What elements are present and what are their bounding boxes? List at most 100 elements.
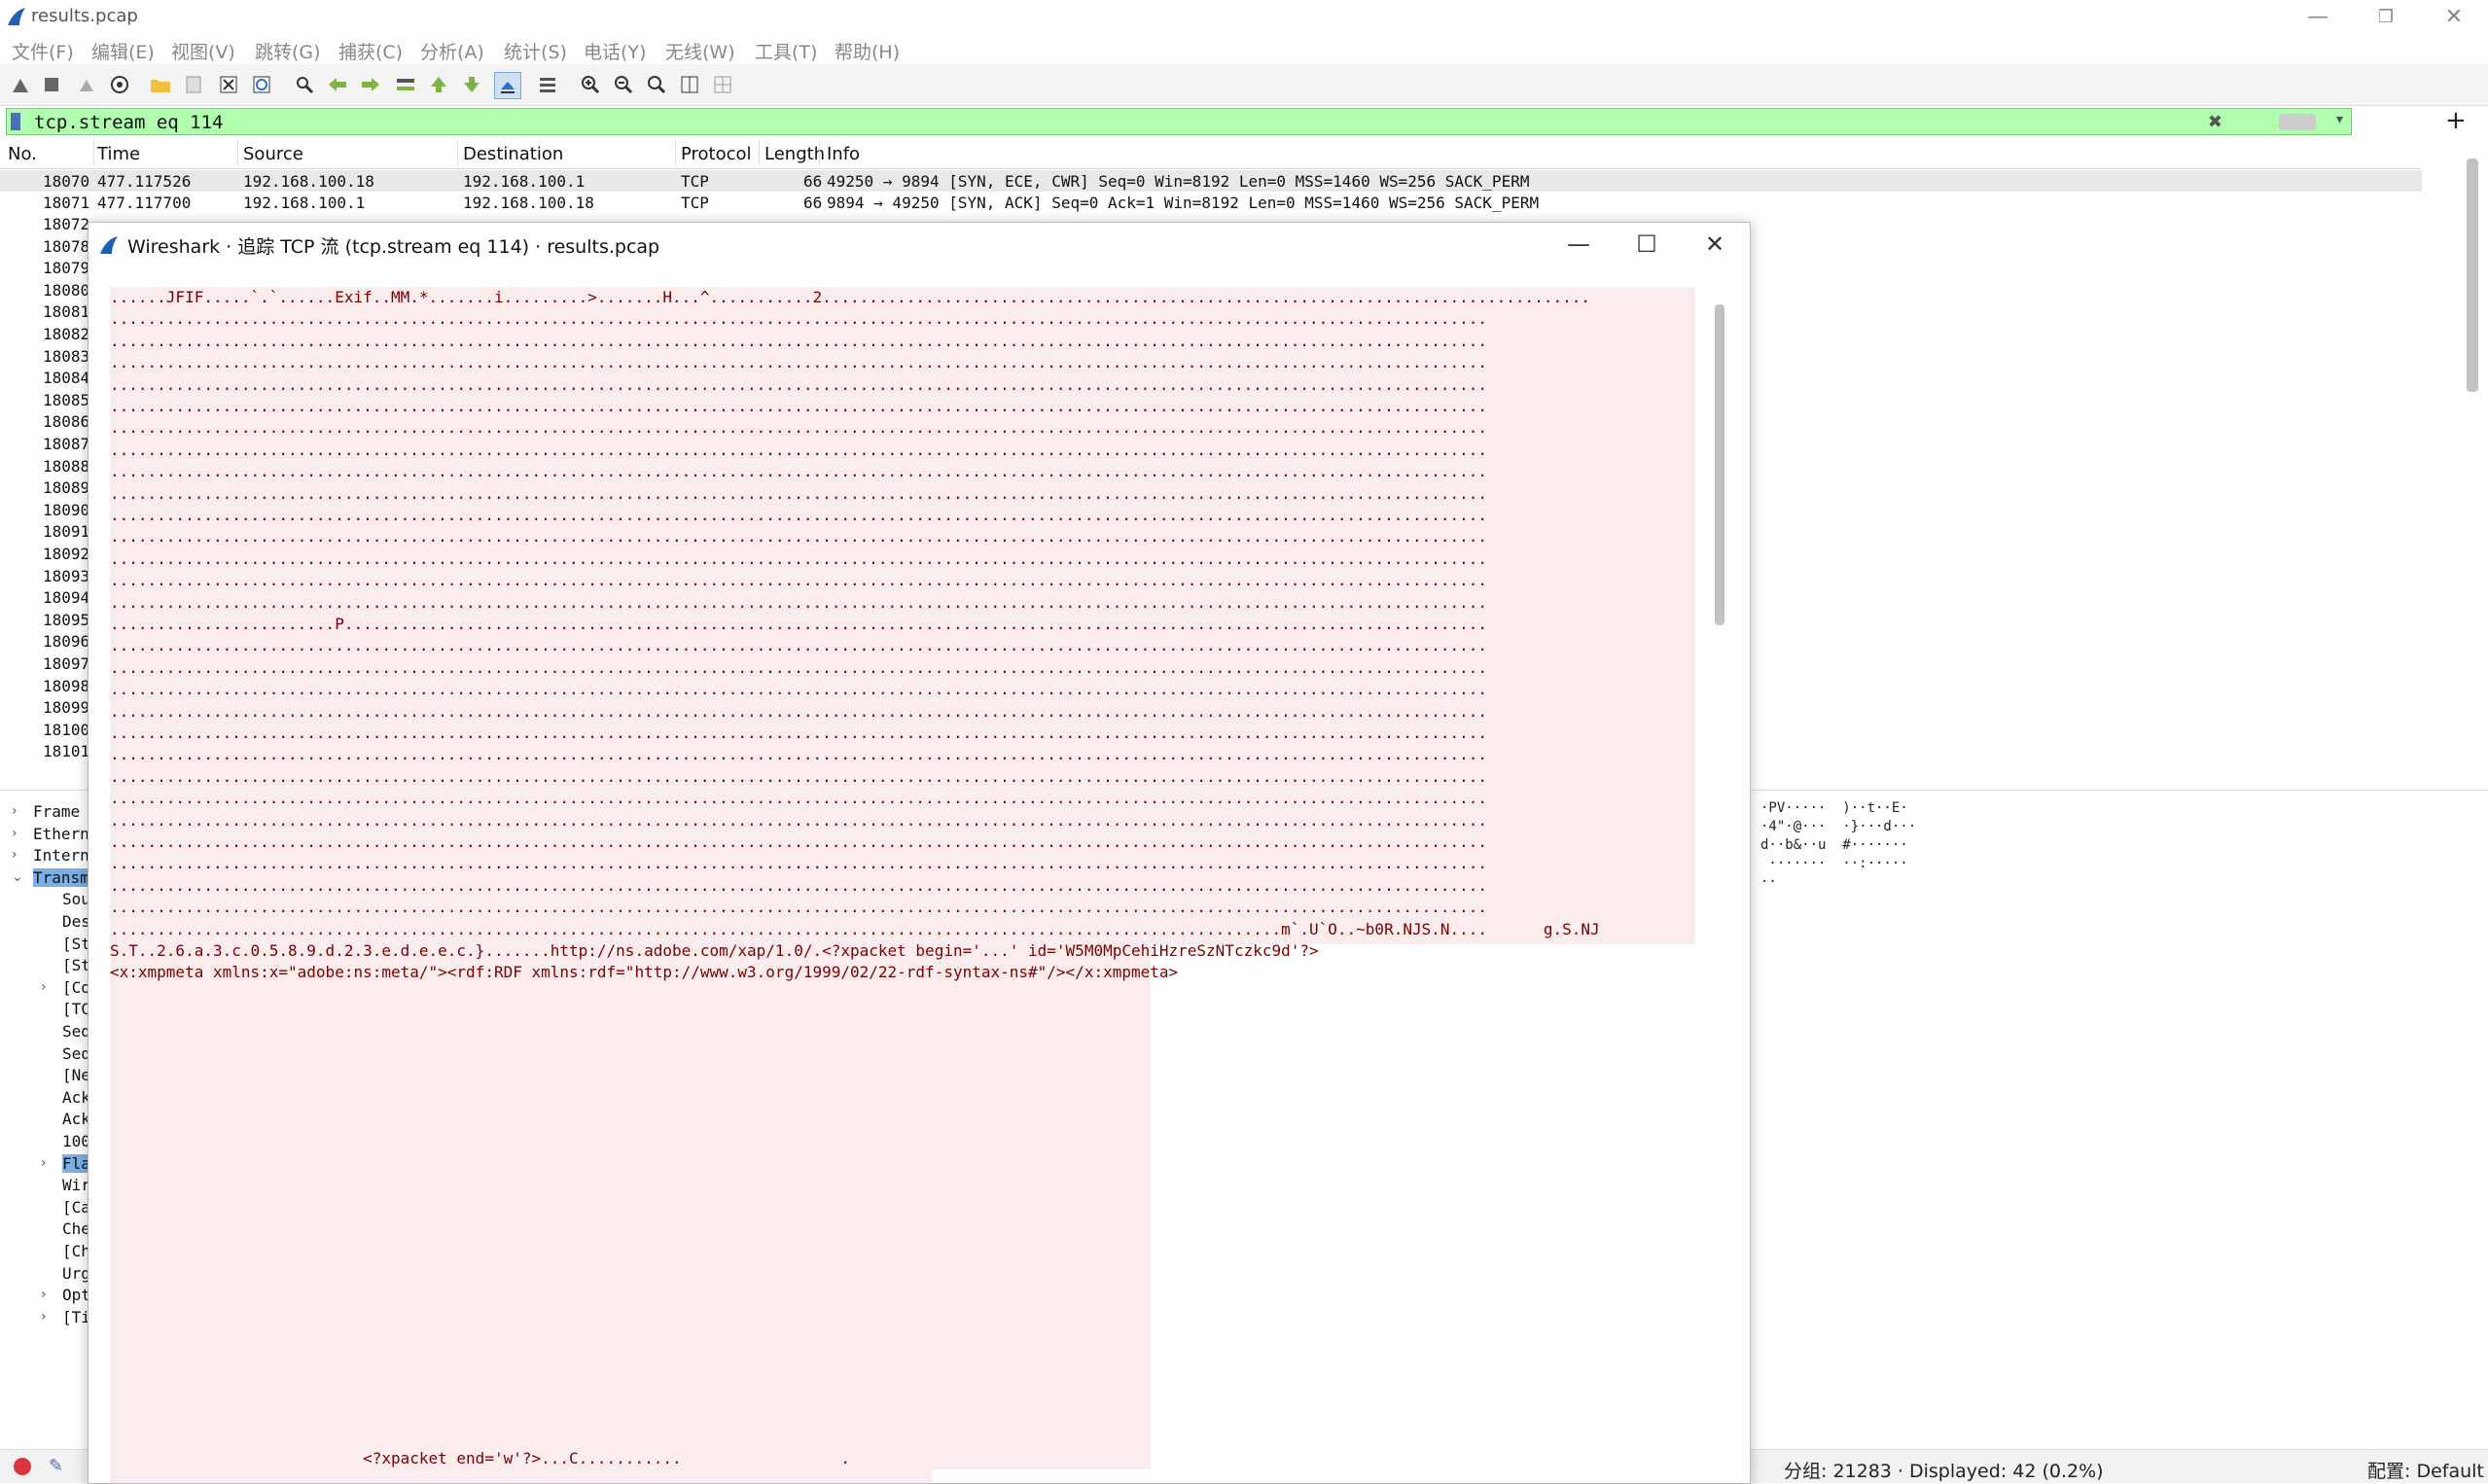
detail-tree-item[interactable]: Ack bbox=[62, 1088, 90, 1107]
display-filter-input[interactable]: tcp.stream eq 114 ✖ ▾ bbox=[6, 108, 2352, 135]
detail-tree-item[interactable]: Sou bbox=[62, 890, 90, 908]
detail-tree-item[interactable]: [Ti bbox=[62, 1308, 90, 1326]
expand-chevron-icon[interactable]: › bbox=[12, 847, 18, 863]
packet-number: 18072 bbox=[43, 215, 90, 233]
menu-view[interactable]: 视图(V) bbox=[171, 38, 235, 64]
packet-number: 18081 bbox=[43, 302, 90, 322]
stream-content[interactable]: ......JFIF.....`.`......Exif..MM.*......… bbox=[110, 287, 1713, 1483]
column-time[interactable]: Time bbox=[97, 144, 140, 164]
column-info[interactable]: Info bbox=[827, 144, 860, 164]
collapse-chevron-icon[interactable]: ⌄ bbox=[12, 869, 23, 885]
expand-chevron-icon[interactable]: › bbox=[41, 1287, 47, 1302]
zoom-in-icon[interactable] bbox=[578, 72, 603, 97]
stream-vertical-scrollbar[interactable] bbox=[1715, 304, 1724, 625]
menu-go[interactable]: 跳转(G) bbox=[255, 38, 321, 64]
expand-chevron-icon[interactable]: › bbox=[41, 1155, 47, 1171]
go-last-icon[interactable] bbox=[459, 72, 484, 97]
go-back-icon[interactable] bbox=[325, 72, 350, 97]
go-forward-icon[interactable] bbox=[358, 72, 383, 97]
detail-tree-item[interactable]: Des bbox=[62, 912, 90, 931]
detail-tree-item[interactable]: [Ch bbox=[62, 1242, 90, 1260]
table-row[interactable]: 18071 477.117700 192.168.100.1 192.168.1… bbox=[0, 192, 2422, 213]
zoom-reset-icon[interactable] bbox=[644, 72, 669, 97]
menu-capture[interactable]: 捕获(C) bbox=[338, 38, 403, 64]
bookmark-icon[interactable] bbox=[11, 113, 20, 130]
window-titlebar: results.pcap — ❐ ✕ bbox=[0, 0, 2488, 33]
detail-tree-item[interactable]: [Ne bbox=[62, 1066, 90, 1084]
detail-tree-item[interactable]: Intern bbox=[33, 846, 89, 865]
autoscroll-icon[interactable] bbox=[494, 72, 521, 99]
detail-tree-item[interactable]: Seq bbox=[62, 1044, 90, 1063]
dialog-maximize-button[interactable]: ☐ bbox=[1617, 227, 1676, 262]
detail-tree-item[interactable]: Opt bbox=[62, 1286, 90, 1304]
go-to-packet-icon[interactable] bbox=[393, 72, 418, 97]
packet-number: 18093 bbox=[43, 566, 90, 585]
apply-filter-icon[interactable] bbox=[2279, 114, 2316, 130]
open-file-icon[interactable] bbox=[148, 72, 173, 97]
detail-tree-item[interactable]: [Ca bbox=[62, 1198, 90, 1217]
minimize-button[interactable]: — bbox=[2284, 0, 2352, 33]
detail-tree-item[interactable]: [Co bbox=[62, 978, 90, 997]
find-packet-icon[interactable] bbox=[292, 72, 317, 97]
detail-tree-item[interactable]: Wir bbox=[62, 1176, 90, 1194]
column-protocol[interactable]: Protocol bbox=[681, 144, 752, 164]
expand-chevron-icon[interactable]: › bbox=[12, 826, 18, 841]
detail-tree-item[interactable]: 100 bbox=[62, 1132, 90, 1150]
menu-file[interactable]: 文件(F) bbox=[12, 38, 74, 64]
wireshark-fin-icon bbox=[8, 8, 25, 25]
expand-chevron-icon[interactable]: › bbox=[41, 979, 47, 995]
dialog-close-button[interactable]: ✕ bbox=[1686, 227, 1744, 262]
stream-line: ........................................… bbox=[110, 875, 1488, 895]
detail-tree-item[interactable]: Transm bbox=[33, 867, 89, 887]
menu-statistics[interactable]: 统计(S) bbox=[504, 38, 567, 64]
column-no[interactable]: No. bbox=[8, 144, 37, 164]
detail-tree-item[interactable]: Ethern bbox=[33, 825, 89, 843]
go-first-icon[interactable] bbox=[426, 72, 451, 97]
stream-line: ........................................… bbox=[110, 701, 1488, 721]
expand-chevron-icon[interactable]: › bbox=[41, 1309, 47, 1325]
menu-analyze[interactable]: 分析(A) bbox=[420, 38, 484, 64]
edit-comment-icon[interactable]: ✎ bbox=[49, 1456, 63, 1476]
clear-filter-icon[interactable]: ✖ bbox=[2208, 112, 2222, 132]
column-length[interactable]: Length bbox=[764, 144, 825, 164]
restore-button[interactable]: ❐ bbox=[2352, 0, 2420, 33]
close-button[interactable]: ✕ bbox=[2420, 0, 2488, 33]
detail-tree-item[interactable]: Frame bbox=[33, 802, 80, 821]
filter-text[interactable]: tcp.stream eq 114 bbox=[34, 112, 223, 133]
save-file-icon[interactable] bbox=[181, 72, 206, 97]
reload-file-icon[interactable] bbox=[249, 72, 274, 97]
detail-tree-item[interactable]: Seq bbox=[62, 1022, 90, 1041]
start-capture-icon[interactable] bbox=[8, 72, 33, 97]
dialog-minimize-button[interactable]: — bbox=[1549, 227, 1608, 262]
detail-tree-item[interactable]: [St bbox=[62, 935, 90, 953]
resize-columns-icon[interactable] bbox=[677, 72, 702, 97]
detail-tree-item[interactable]: Fla bbox=[62, 1153, 90, 1173]
stream-line: S.T..2.6.a.3.c.0.5.8.9.d.2.3.e.d.e.e.c.}… bbox=[110, 941, 1319, 960]
column-source[interactable]: Source bbox=[243, 144, 303, 164]
menu-help[interactable]: 帮助(H) bbox=[835, 38, 900, 64]
capture-options-icon[interactable] bbox=[107, 72, 132, 97]
detail-tree-item[interactable]: [TC bbox=[62, 1000, 90, 1018]
detail-tree-item[interactable]: [St bbox=[62, 956, 90, 974]
detail-tree-item[interactable]: Urg bbox=[62, 1264, 90, 1283]
table-row[interactable]: 18070 477.117526 192.168.100.18 192.168.… bbox=[0, 170, 2422, 192]
zoom-out-icon[interactable] bbox=[611, 72, 636, 97]
packet-list-vertical-scrollbar[interactable] bbox=[2467, 159, 2478, 392]
menu-edit[interactable]: 编辑(E) bbox=[91, 38, 155, 64]
stop-capture-icon[interactable] bbox=[39, 72, 64, 97]
detail-tree-item[interactable]: Che bbox=[62, 1219, 90, 1238]
add-filter-button[interactable]: + bbox=[2445, 106, 2467, 135]
filter-dropdown-icon[interactable]: ▾ bbox=[2336, 112, 2343, 127]
menu-wireless[interactable]: 无线(W) bbox=[665, 38, 735, 64]
layout-icon[interactable] bbox=[710, 72, 735, 97]
restart-capture-icon[interactable] bbox=[74, 72, 99, 97]
column-destination[interactable]: Destination bbox=[463, 144, 563, 164]
menu-telephony[interactable]: 电话(Y) bbox=[584, 38, 646, 64]
menu-tools[interactable]: 工具(T) bbox=[755, 38, 817, 64]
detail-tree-item[interactable]: Ack bbox=[62, 1110, 90, 1128]
expand-chevron-icon[interactable]: › bbox=[12, 803, 18, 819]
close-file-icon[interactable] bbox=[216, 72, 241, 97]
expert-info-icon[interactable] bbox=[14, 1458, 31, 1475]
profile-status[interactable]: 配置: Default bbox=[2367, 1457, 2484, 1483]
colorize-icon[interactable] bbox=[535, 72, 560, 97]
